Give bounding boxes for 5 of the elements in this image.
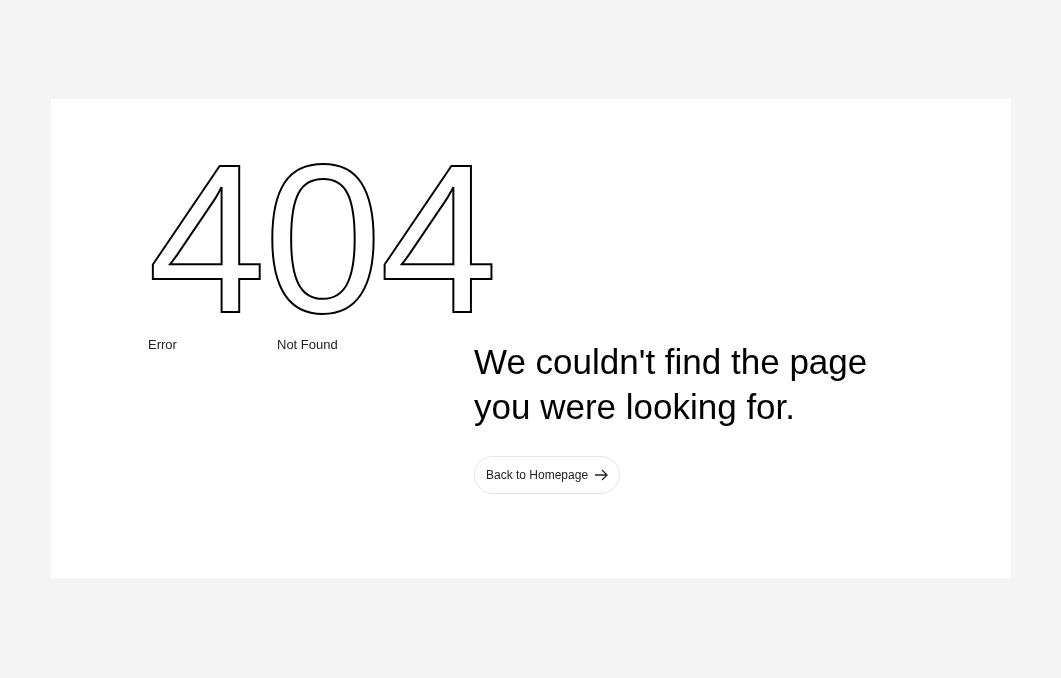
heading: We couldn't find the page you were looking for. xyxy=(474,340,869,428)
error-code: 404 xyxy=(148,139,496,339)
caption-label: Not Found xyxy=(277,336,338,354)
arrow-right-icon xyxy=(594,468,609,481)
caption-label: Error xyxy=(148,336,178,354)
